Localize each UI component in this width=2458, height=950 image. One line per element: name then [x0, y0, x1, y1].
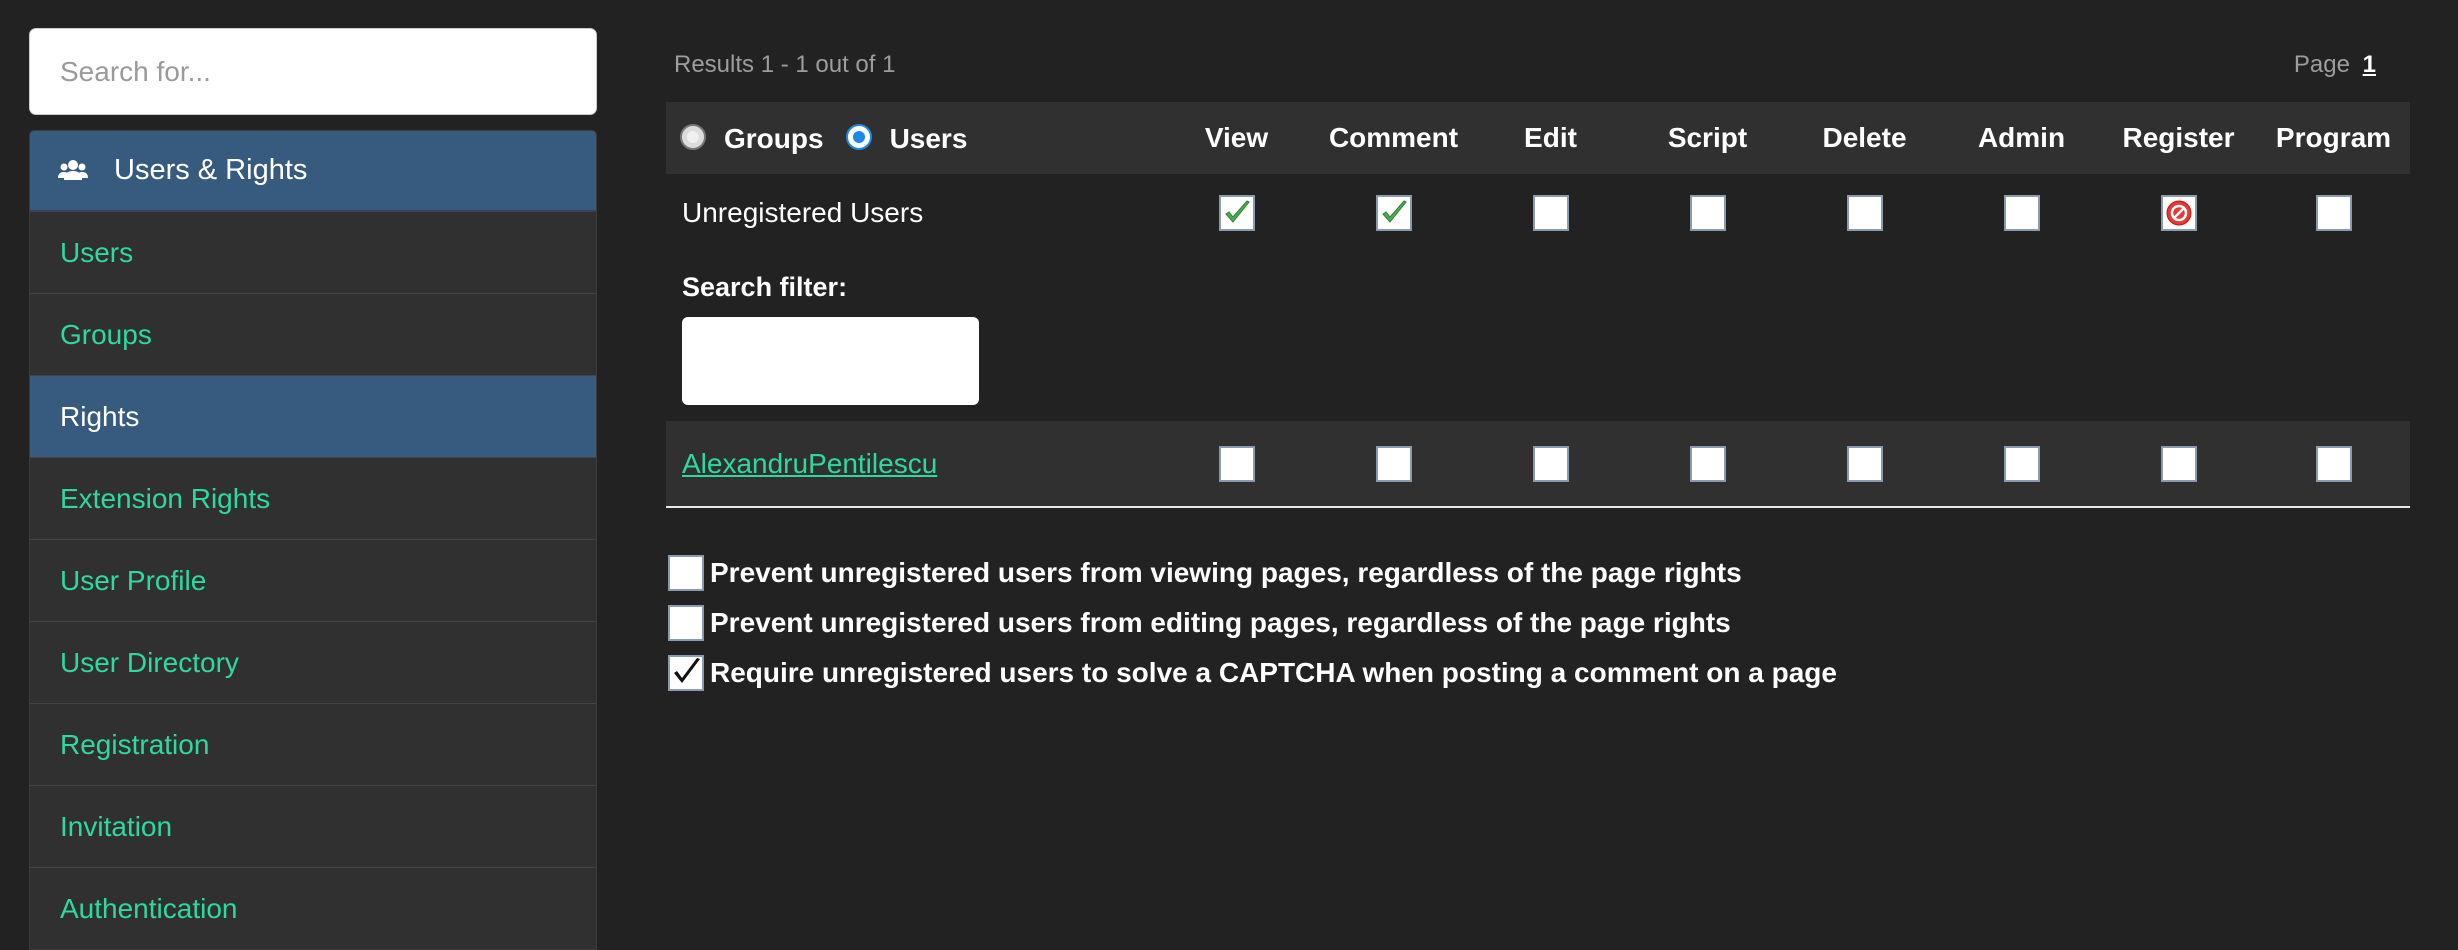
right-toggle-register[interactable] [2160, 195, 2197, 231]
right-toggle-view[interactable] [1218, 195, 1255, 231]
sidebar-item-groups[interactable]: Groups [30, 293, 596, 375]
sidebar-item-rights[interactable]: Rights [30, 375, 596, 457]
right-toggle-view[interactable] [1218, 445, 1255, 482]
column-header-register: Register [2100, 102, 2257, 174]
sidebar: Users & Rights Users Groups Rights Exten… [29, 28, 597, 950]
user-link[interactable]: AlexandruPentilescu [682, 448, 937, 479]
right-toggle-admin[interactable] [2003, 445, 2040, 482]
column-header-admin: Admin [1943, 102, 2100, 174]
rights-table: Groups Users View Comment Edit Script Del… [666, 102, 2410, 508]
right-toggle-program[interactable] [2315, 445, 2352, 482]
prevent-view-checkbox[interactable] [668, 555, 704, 591]
scope-selector: Groups Users [666, 102, 1158, 174]
column-header-script: Script [1629, 102, 1786, 174]
table-row: AlexandruPentilescu [666, 421, 2410, 508]
results-bar: Results 1 - 1 out of 1 Page 1 [666, 28, 2410, 102]
sidebar-item-registration[interactable]: Registration [30, 703, 596, 785]
right-toggle-register[interactable] [2160, 445, 2197, 482]
sidebar-item-users[interactable]: Users [30, 211, 596, 293]
page-number-link[interactable]: 1 [2363, 51, 2376, 78]
panel-heading-users-rights[interactable]: Users & Rights [30, 131, 596, 211]
right-toggle-script[interactable] [1689, 445, 1726, 482]
right-toggle-script[interactable] [1689, 195, 1726, 231]
page-label: Page [2293, 51, 2350, 78]
column-header-edit: Edit [1472, 102, 1629, 174]
results-summary: Results 1 - 1 out of 1 [674, 51, 896, 78]
column-header-delete: Delete [1786, 102, 1943, 174]
user-cell: AlexandruPentilescu [666, 421, 1158, 508]
sidebar-item-extension-rights[interactable]: Extension Rights [30, 457, 596, 539]
search-filter-label: Search filter: [682, 272, 848, 302]
main-content: Results 1 - 1 out of 1 Page 1 Groups User… [666, 28, 2410, 698]
sidebar-item-user-directory[interactable]: User Directory [30, 621, 596, 703]
checkmark-icon [674, 658, 700, 683]
users-radio-label: Users [889, 122, 968, 154]
column-header-program: Program [2257, 102, 2410, 174]
pagination: Page 1 [2294, 51, 2376, 79]
search-box[interactable] [29, 28, 597, 115]
right-toggle-admin[interactable] [2003, 195, 2040, 231]
right-toggle-program[interactable] [2315, 195, 2352, 231]
column-header-comment: Comment [1315, 102, 1472, 174]
option-prevent-edit: Prevent unregistered users from editing … [666, 598, 2410, 648]
require-captcha-checkbox[interactable] [668, 655, 704, 691]
groups-radio-label: Groups [724, 122, 824, 154]
require-captcha-label: Require unregistered users to solve a CA… [710, 657, 1837, 688]
right-toggle-edit[interactable] [1532, 445, 1569, 482]
option-require-captcha: Require unregistered users to solve a CA… [666, 648, 2410, 698]
prevent-edit-label: Prevent unregistered users from editing … [710, 607, 1731, 638]
column-header-view: View [1158, 102, 1315, 174]
sidebar-item-user-profile[interactable]: User Profile [30, 539, 596, 621]
sidebar-item-invitation[interactable]: Invitation [30, 785, 596, 867]
users-icon [58, 156, 88, 186]
unregistered-users-row: Unregistered Users [666, 174, 2410, 252]
users-radio[interactable] [845, 123, 872, 150]
right-toggle-comment[interactable] [1375, 445, 1412, 482]
table-header-row: Groups Users View Comment Edit Script Del… [666, 102, 2410, 174]
search-input[interactable] [60, 55, 566, 88]
groups-radio[interactable] [680, 123, 706, 150]
right-toggle-comment[interactable] [1375, 195, 1412, 231]
prevent-view-label: Prevent unregistered users from viewing … [710, 557, 1742, 588]
sidebar-item-authentication[interactable]: Authentication [30, 867, 596, 949]
option-prevent-view: Prevent unregistered users from viewing … [666, 548, 2410, 598]
right-toggle-delete[interactable] [1846, 445, 1883, 482]
search-filter-row: Search filter: [666, 252, 2410, 421]
right-toggle-delete[interactable] [1846, 195, 1883, 231]
right-toggle-edit[interactable] [1532, 195, 1569, 231]
unregistered-users-label: Unregistered Users [682, 197, 924, 228]
prevent-edit-checkbox[interactable] [668, 605, 704, 641]
global-options: Prevent unregistered users from viewing … [666, 548, 2410, 698]
panel-heading-label: Users & Rights [114, 154, 308, 186]
search-filter-input[interactable] [682, 317, 979, 405]
nav-panel: Users & Rights Users Groups Rights Exten… [29, 130, 597, 950]
